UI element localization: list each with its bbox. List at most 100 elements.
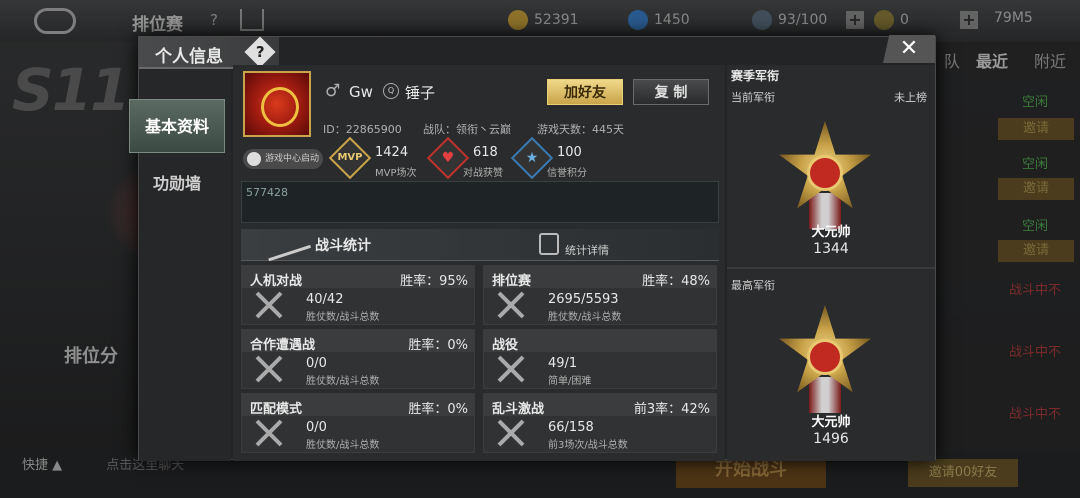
friend-status: 战斗中不 bbox=[1008, 345, 1061, 360]
tab-team[interactable]: 队 bbox=[944, 48, 960, 72]
clan-icon: Q bbox=[383, 83, 399, 99]
diamond-counter: 1450 bbox=[628, 10, 690, 30]
crossed-swords-icon bbox=[496, 418, 526, 448]
card-sub: 胜仗数/战斗总数 bbox=[306, 312, 380, 323]
nav-basic-info[interactable]: 基本资料 bbox=[129, 99, 225, 153]
friend-status: 空闲 bbox=[1021, 157, 1048, 172]
misc-counter: 79M5 bbox=[994, 10, 1033, 26]
friend-status: 空闲 bbox=[1021, 95, 1048, 110]
dialog-side-nav: 基本资料 功勋墙 bbox=[129, 69, 231, 461]
likes-count: 618 bbox=[473, 145, 498, 160]
add-voucher-button[interactable]: + bbox=[960, 11, 978, 29]
friend-status: 战斗中不 bbox=[1008, 283, 1061, 298]
close-button[interactable]: ✕ bbox=[883, 35, 935, 63]
card-rate: 胜率：48% bbox=[642, 274, 710, 289]
likes-label: 对战获赞 bbox=[463, 168, 503, 179]
tab-nearby[interactable]: 附近 bbox=[1034, 48, 1066, 72]
basic-info-panel: ♂ Gw Q 锤子 加好友 复 制 ID：22865900 战队：领衔丶云巅 游… bbox=[233, 65, 725, 461]
mode-title: 排位赛 bbox=[132, 15, 183, 35]
card-value: 2695/5593 bbox=[548, 292, 619, 307]
stats-detail-icon[interactable] bbox=[539, 233, 559, 255]
card-sub: 简单/困难 bbox=[548, 376, 592, 387]
card-title: 人机对战 bbox=[250, 274, 303, 289]
energy-icon bbox=[752, 10, 772, 30]
card-value: 40/42 bbox=[306, 292, 344, 307]
back-icon[interactable] bbox=[34, 8, 76, 34]
stat-card-ranked: 排位赛 胜率：48% 2695/5593 胜仗数/战斗总数 bbox=[483, 265, 717, 325]
best-rank-score: 1496 bbox=[813, 431, 849, 447]
clan-name: 锤子 bbox=[405, 84, 436, 102]
mvp-count: 1424 bbox=[375, 145, 409, 160]
invite-button[interactable]: 邀请 bbox=[998, 178, 1074, 200]
stat-card-pve: 人机对战 胜率：95% 40/42 胜仗数/战斗总数 bbox=[241, 265, 475, 325]
card-title: 战役 bbox=[492, 338, 519, 353]
card-rate: 胜率：0% bbox=[408, 402, 468, 417]
bg-rank-label: 排位分 bbox=[64, 346, 118, 367]
diamond-icon bbox=[628, 10, 648, 30]
play-days: 游戏天数：445天 bbox=[537, 123, 624, 136]
dialog-title: 个人信息 bbox=[155, 47, 223, 67]
invite-button[interactable]: 邀请 bbox=[998, 118, 1074, 140]
best-rank-name: 大元帅 bbox=[811, 415, 851, 430]
invite-all-button[interactable]: 邀请00好友 bbox=[908, 459, 1018, 487]
season-rank-header: 赛季军衔 bbox=[731, 69, 780, 83]
card-sub: 胜仗数/战斗总数 bbox=[306, 440, 380, 451]
add-energy-button[interactable]: + bbox=[846, 11, 864, 29]
crossed-swords-icon bbox=[254, 418, 284, 448]
crossed-swords-icon bbox=[254, 290, 284, 320]
leaderboard-status: 未上榜 bbox=[894, 91, 927, 104]
mvp-icon: MVP bbox=[328, 136, 372, 180]
credit-score: 100 bbox=[557, 145, 582, 160]
season-rank-panel: 赛季军衔 当前军衔 未上榜 大元帅 1344 最高军衔 大元帅 1496 bbox=[727, 65, 935, 461]
friend-status: 战斗中不 bbox=[1008, 407, 1061, 422]
current-rank-score: 1344 bbox=[813, 241, 849, 257]
player-name: Gw bbox=[349, 83, 373, 101]
card-title: 匹配模式 bbox=[250, 402, 303, 417]
current-rank-name: 大元帅 bbox=[811, 225, 851, 240]
help-icon[interactable]: ? bbox=[210, 11, 218, 29]
avatar[interactable] bbox=[243, 71, 311, 137]
copy-button[interactable]: 复 制 bbox=[633, 79, 709, 105]
card-sub: 前3场次/战斗总数 bbox=[548, 440, 628, 451]
stats-detail-link[interactable]: 统计详情 bbox=[565, 242, 609, 258]
player-team: 战队：领衔丶云巅 bbox=[423, 123, 511, 136]
friend-status: 空闲 bbox=[1021, 219, 1048, 234]
crossed-swords-icon bbox=[254, 354, 284, 384]
card-rate: 前3率：42% bbox=[633, 402, 710, 417]
crossed-swords-icon bbox=[496, 290, 526, 320]
signature-box: 577428 bbox=[241, 181, 719, 223]
marshal-medal-icon bbox=[769, 305, 881, 417]
gender-male-icon: ♂ bbox=[325, 81, 341, 101]
battle-stats-title: 战斗统计 bbox=[315, 238, 371, 254]
card-value: 0/0 bbox=[306, 420, 327, 435]
card-title: 乱斗激战 bbox=[492, 402, 545, 417]
game-center-button[interactable]: 游戏中心启动 bbox=[243, 149, 323, 169]
add-friend-button[interactable]: 加好友 bbox=[547, 79, 623, 105]
card-sub: 胜仗数/战斗总数 bbox=[306, 376, 380, 387]
card-value: 66/158 bbox=[548, 420, 594, 435]
player-id: ID：22865900 bbox=[323, 123, 402, 136]
home-icon[interactable] bbox=[240, 9, 264, 31]
credit-label: 信誉积分 bbox=[547, 168, 587, 179]
card-rate: 胜率：0% bbox=[408, 338, 468, 353]
voucher-icon bbox=[874, 10, 894, 30]
personal-info-dialog: 个人信息 ? ✕ 基本资料 功勋墙 ♂ Gw Q 锤子 加好友 复 制 ID：2… bbox=[129, 35, 936, 461]
mvp-label: MVP场次 bbox=[375, 168, 417, 179]
signature-text: 577428 bbox=[246, 186, 288, 199]
marshal-medal-icon bbox=[769, 121, 881, 233]
invite-button[interactable]: 邀请 bbox=[998, 240, 1074, 262]
card-value: 49/1 bbox=[548, 356, 578, 371]
gold-coin-icon bbox=[508, 10, 528, 30]
best-rank-label: 最高军衔 bbox=[731, 279, 775, 292]
current-rank-label: 当前军衔 bbox=[731, 91, 775, 104]
stat-card-campaign: 战役 49/1 简单/困难 bbox=[483, 329, 717, 389]
voucher-counter: 0 bbox=[874, 10, 909, 30]
card-value: 0/0 bbox=[306, 356, 327, 371]
divider bbox=[727, 267, 935, 269]
stat-card-coop: 合作遭遇战 胜率：0% 0/0 胜仗数/战斗总数 bbox=[241, 329, 475, 389]
card-sub: 胜仗数/战斗总数 bbox=[548, 312, 622, 323]
chat-quick-button[interactable]: 快捷 ▲ bbox=[22, 458, 62, 473]
nav-merit-wall[interactable]: 功勋墙 bbox=[129, 157, 225, 211]
gold-counter: 52391 bbox=[508, 10, 579, 30]
tab-recent[interactable]: 最近 bbox=[976, 48, 1008, 72]
